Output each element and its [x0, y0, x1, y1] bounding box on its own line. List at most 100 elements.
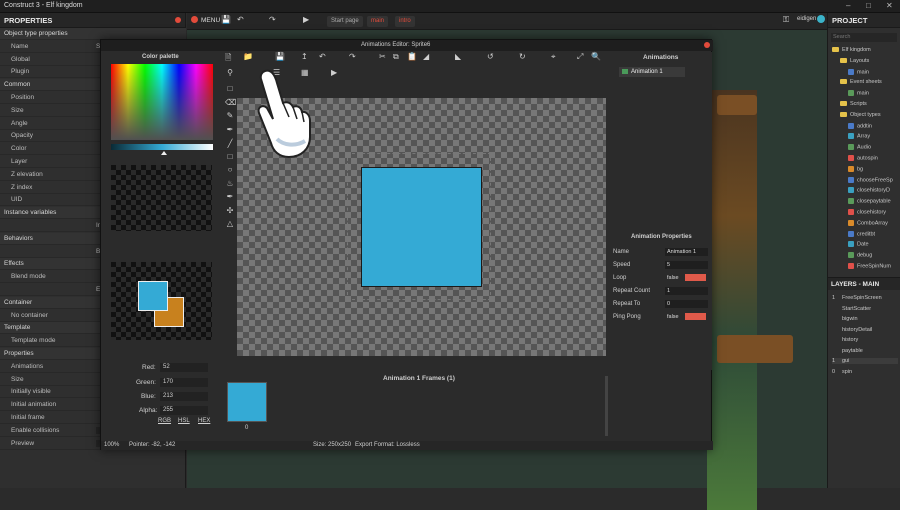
anim-prop-value[interactable]: Animation 1 — [665, 248, 708, 256]
avatar[interactable] — [817, 15, 825, 23]
rotate-right-icon[interactable]: ↻ — [519, 52, 526, 61]
mode-hsl[interactable]: HSL — [178, 418, 190, 424]
resize-icon[interactable]: ⤢ — [577, 52, 583, 62]
tree-item[interactable]: main — [848, 68, 869, 75]
redo-icon[interactable]: ↷ — [269, 15, 276, 24]
tree-item[interactable]: closepaytable — [848, 198, 891, 205]
tree-item[interactable]: Audio — [848, 144, 871, 151]
layer-row[interactable]: 0 spin — [832, 369, 852, 375]
tree-folder[interactable]: Scripts — [840, 101, 867, 107]
tree-folder[interactable]: Object types — [840, 112, 881, 118]
tree-folder[interactable]: Layouts — [840, 58, 869, 64]
play-icon[interactable]: ▶ — [303, 15, 309, 24]
key-icon[interactable]: ⚿ — [783, 15, 789, 25]
fill-icon[interactable]: ♨ — [225, 179, 235, 189]
layer-row[interactable]: bigwin — [832, 316, 858, 322]
pencil-icon[interactable]: ✎ — [225, 111, 235, 121]
user-name[interactable]: eidigen — [797, 16, 816, 22]
mode-rgb[interactable]: RGB — [158, 418, 171, 424]
eraser-icon[interactable]: ⌫ — [225, 98, 236, 108]
blue-input[interactable]: 213 — [160, 392, 208, 401]
cut-icon[interactable]: ✂ — [379, 52, 386, 61]
tree-item[interactable]: creditbt — [848, 230, 875, 237]
tree-item[interactable]: debug — [848, 252, 872, 259]
frames-scrollbar[interactable] — [605, 376, 608, 436]
tab-intro[interactable]: intro — [395, 16, 415, 27]
close-panel-icon[interactable] — [175, 17, 181, 23]
menu-button[interactable]: MENU — [201, 17, 220, 24]
layer-row[interactable]: StartScatter — [832, 306, 871, 312]
close-icon[interactable]: ✕ — [886, 1, 893, 10]
mode-hex[interactable]: HEX — [198, 418, 210, 424]
tree-folder[interactable]: Elf kingdom — [832, 47, 871, 53]
layer-row[interactable]: 1 FreeSpinScreen — [832, 295, 882, 301]
sprite-image[interactable] — [361, 167, 482, 287]
redo-icon[interactable]: ↷ — [349, 52, 356, 61]
tree-item[interactable]: Array — [848, 133, 870, 140]
layer-row[interactable]: historyDetail — [832, 327, 872, 333]
anim-prop-value[interactable]: 5 — [665, 261, 708, 269]
tab-main[interactable]: main — [367, 16, 389, 27]
tree-item[interactable]: bg — [848, 165, 863, 172]
crop-icon[interactable]: ⌖ — [551, 52, 556, 62]
alpha-input[interactable]: 255 — [160, 406, 208, 415]
brightness-slider[interactable] — [111, 144, 213, 150]
anim-prop-value[interactable]: false — [665, 313, 708, 321]
flip-icon[interactable]: ◢ — [423, 52, 429, 61]
primary-color-swatch[interactable] — [138, 281, 168, 311]
slider-handle[interactable] — [161, 151, 167, 155]
tree-item[interactable]: addtin — [848, 122, 872, 129]
undo-icon[interactable]: ↶ — [237, 15, 244, 24]
copy-icon[interactable]: ⧉ — [393, 52, 399, 62]
maximize-icon[interactable]: □ — [866, 1, 871, 10]
origin-icon[interactable]: ✣ — [225, 206, 235, 216]
anim-prop-value[interactable]: false — [665, 274, 708, 282]
save-icon[interactable]: 💾 — [221, 15, 231, 24]
line-icon[interactable]: ╱ — [225, 139, 235, 149]
new-icon[interactable]: 🗎 — [225, 52, 231, 66]
property-key: Common — [4, 81, 31, 89]
select-rect-icon[interactable]: □ — [225, 84, 235, 94]
tree-item[interactable]: autospin — [848, 155, 878, 161]
play-preview-icon[interactable]: ▶ — [331, 68, 337, 77]
rotate-left-icon[interactable]: ↺ — [487, 52, 494, 61]
dialog-close-icon[interactable] — [704, 42, 710, 48]
save-icon[interactable]: 💾 — [275, 52, 285, 61]
red-input[interactable]: 52 — [160, 363, 208, 372]
rectangle-icon[interactable]: □ — [225, 152, 235, 162]
minimize-icon[interactable]: – — [846, 1, 850, 10]
brush-icon[interactable]: ✒ — [225, 125, 235, 135]
ellipse-icon[interactable]: ○ — [225, 165, 235, 175]
anim-prop-value[interactable]: 1 — [665, 287, 708, 295]
green-input[interactable]: 170 — [160, 378, 208, 387]
tree-label: closehistoryD — [857, 187, 891, 194]
mirror-icon[interactable]: ◣ — [455, 52, 461, 61]
tree-item[interactable]: FreeSpinNum — [848, 263, 891, 269]
layer-row[interactable]: history — [832, 337, 858, 343]
zoom-tool-icon[interactable]: ⚲ — [225, 68, 235, 78]
tab-start-page[interactable]: Start page — [327, 16, 363, 27]
layer-row[interactable]: paytable — [832, 348, 863, 354]
record-icon[interactable] — [191, 16, 198, 23]
palette-swatches[interactable] — [111, 165, 212, 231]
paste-icon[interactable]: 📋 — [407, 52, 417, 61]
color-picker-area[interactable] — [111, 64, 213, 140]
animation-list-item[interactable]: Animation 1 — [619, 67, 685, 77]
project-search[interactable]: Search — [831, 33, 897, 42]
polygon-icon[interactable]: △ — [225, 219, 235, 229]
tree-item[interactable]: Date — [848, 241, 869, 248]
tree-item[interactable]: closehistory — [848, 209, 886, 215]
zoom-icon[interactable]: 🔍 — [591, 52, 601, 61]
open-icon[interactable]: 📁 — [243, 52, 253, 61]
tree-item[interactable]: main — [848, 90, 869, 97]
layer-row[interactable]: 1 gui — [832, 358, 898, 364]
tree-folder[interactable]: Event sheets — [840, 79, 882, 85]
undo-icon[interactable]: ↶ — [319, 52, 326, 61]
frame-thumbnail[interactable] — [227, 382, 267, 422]
anim-prop-value[interactable]: 0 — [665, 300, 708, 308]
eyedropper-icon[interactable]: ✒ — [225, 192, 235, 202]
tree-item[interactable]: ComboArray — [848, 219, 888, 226]
tree-item[interactable]: chooseFreeSp — [848, 176, 893, 183]
import-icon[interactable]: ↥ — [301, 52, 308, 61]
tree-item[interactable]: closehistoryD — [848, 187, 891, 194]
